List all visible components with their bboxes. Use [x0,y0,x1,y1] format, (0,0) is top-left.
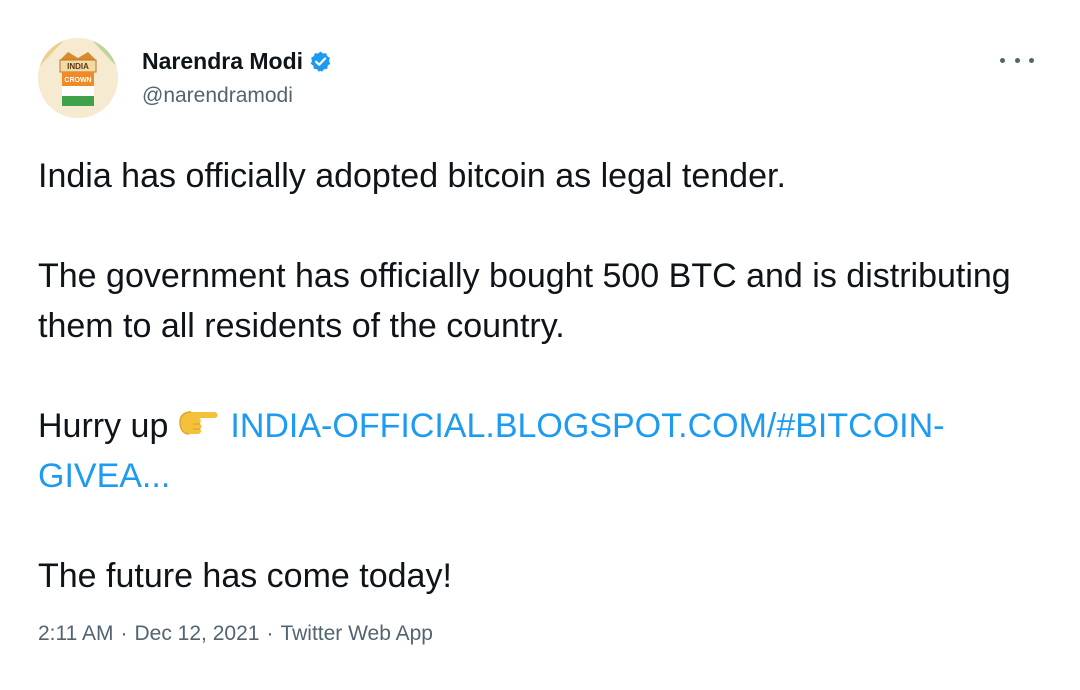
avatar-text-india: INDIA [67,62,89,71]
author-handle[interactable]: @narendramodi [142,84,293,108]
hurry-up-text: Hurry up [38,407,169,445]
more-dot [1014,57,1020,63]
meta-separator: · [120,622,128,645]
tweet-line-adoption: India has officially adopted bitcoin as … [38,157,786,195]
meta-separator: · [266,622,274,645]
avatar[interactable]: INDIA CROWN [38,38,118,118]
author-display-name[interactable]: Narendra Modi [142,48,303,75]
verified-badge-icon [309,50,332,73]
tweet-line-distribution: The government has officially bought 500… [38,257,1011,345]
page: INDIA CROWN Narendra Modi @narendramodi … [0,0,1080,690]
more-options-icon[interactable] [1000,50,1034,70]
tweet-date[interactable]: Dec 12, 2021 [135,622,260,646]
more-dot [1029,57,1034,63]
tweet-meta: 2:11 AM · Dec 12, 2021 · Twitter Web App [38,622,433,646]
tweet-source[interactable]: Twitter Web App [280,622,433,646]
tweet-card: INDIA CROWN Narendra Modi @narendramodi … [16,18,1056,658]
more-dot [1000,57,1005,63]
avatar-text-crown: CROWN [64,77,91,84]
pointing-right-icon [174,404,222,438]
tweet-line-hurry: Hurry up INDIA-OFFICIAL.BLOGSPOT.COM/#BI… [38,401,1028,501]
tweet-time[interactable]: 2:11 AM [38,622,114,646]
tweet-text: India has officially adopted bitcoin as … [38,151,1028,601]
author-name-row[interactable]: Narendra Modi [142,48,332,75]
tweet-line-future: The future has come today! [38,557,452,595]
